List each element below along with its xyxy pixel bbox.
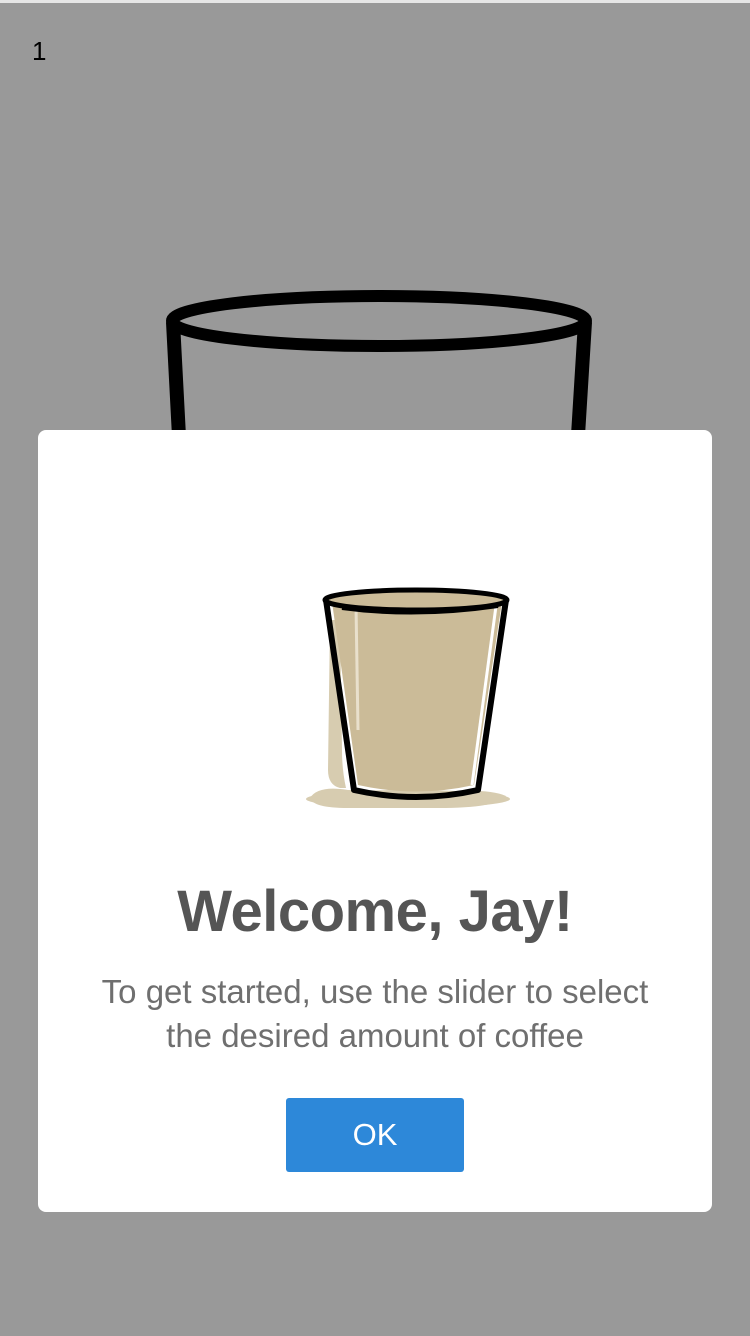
dialog-message: To get started, use the slider to select… [101,973,649,1054]
screen: 1 Welcome, Jay! To get started, use the … [0,0,750,1336]
dialog-title: Welcome, Jay! [177,879,573,944]
welcome-dialog: Welcome, Jay! To get started, use the sl… [38,430,712,1212]
ok-button[interactable]: OK [286,1098,464,1172]
top-edge-divider [0,0,750,3]
spilled-coffee-cup-icon [306,587,510,808]
